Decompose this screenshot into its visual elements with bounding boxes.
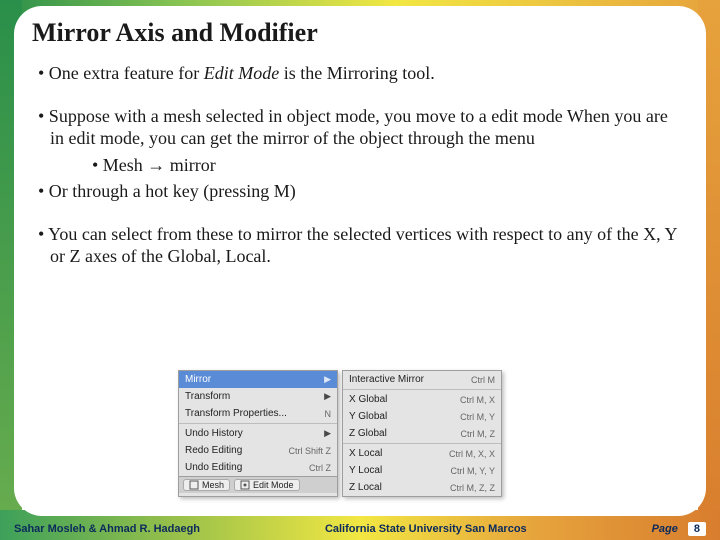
menu-item-label: Y Local: [349, 465, 382, 476]
footer-org: California State University San Marcos: [200, 523, 652, 535]
menu-item-label: Undo Editing: [185, 462, 242, 473]
menu-item[interactable]: Interactive Mirror Ctrl M: [343, 371, 501, 388]
slide: Mirror Axis and Modifier • One extra fea…: [0, 0, 720, 540]
menu-item-label: Mirror: [185, 374, 211, 385]
menu-item-shortcut: Ctrl M, Y: [460, 412, 495, 422]
menu-item-label: Transform Properties...: [185, 408, 287, 419]
submenu-arrow-icon: ▶: [324, 391, 331, 402]
menu-item-label: X Global: [349, 394, 387, 405]
submenu-arrow-icon: ▶: [324, 428, 331, 439]
bullet-1-em: Edit Mode: [204, 63, 279, 83]
mesh-icon: [189, 480, 199, 490]
menu-item[interactable]: Transform Properties... N: [179, 405, 337, 422]
menu-item-label: Z Local: [349, 482, 382, 493]
menu-item[interactable]: Redo Editing Ctrl Shift Z: [179, 442, 337, 459]
menu-left: Mirror ▶ Transform ▶ Transform Properties...…: [178, 370, 338, 497]
bullet-1-pre: • One extra feature for: [38, 63, 204, 83]
menu-item[interactable]: Y Local Ctrl M, Y, Y: [343, 462, 501, 479]
menu-item[interactable]: Transform ▶: [179, 388, 337, 405]
menu-item-shortcut: Ctrl Shift Z: [288, 446, 331, 456]
menu-item[interactable]: Mirror ▶: [179, 371, 337, 388]
menu-item-shortcut: Ctrl M, X: [460, 395, 495, 405]
footer-page-number: 8: [688, 522, 706, 536]
menu-item-shortcut: Ctrl M, Z, Z: [450, 483, 495, 493]
menu-separator: [343, 389, 501, 390]
bullet-2a: • Mesh → mirror: [34, 154, 686, 177]
bullet-2: • Suppose with a mesh selected in object…: [34, 105, 686, 150]
menu-item-label: Z Global: [349, 428, 387, 439]
menu-screenshot: Mirror ▶ Transform ▶ Transform Properties...…: [178, 370, 502, 497]
menu-item-shortcut: Ctrl M: [471, 375, 495, 385]
footer-page-label: Page: [652, 523, 678, 535]
bullet-1-post: is the Mirroring tool.: [279, 63, 435, 83]
edit-mode-icon: [240, 480, 250, 490]
menu-item[interactable]: Undo History ▶: [179, 425, 337, 442]
menu-item-shortcut: Ctrl M, X, X: [449, 449, 495, 459]
menu-separator: [179, 423, 337, 424]
menu-item[interactable]: Y Global Ctrl M, Y: [343, 408, 501, 425]
menu-item-label: X Local: [349, 448, 382, 459]
menu-item-label: Y Global: [349, 411, 387, 422]
bullet-1: • One extra feature for Edit Mode is the…: [34, 62, 686, 85]
submenu-arrow-icon: ▶: [324, 374, 331, 385]
menu-item[interactable]: Z Global Ctrl M, Z: [343, 425, 501, 442]
slide-footer: Sahar Mosleh & Ahmad R. Hadaegh Californ…: [0, 522, 720, 536]
menu-item[interactable]: Undo Editing Ctrl Z: [179, 459, 337, 476]
menu-item-shortcut: Ctrl Z: [309, 463, 331, 473]
slide-title: Mirror Axis and Modifier: [32, 18, 318, 48]
bullet-4: • You can select from these to mirror th…: [34, 223, 686, 268]
mode-label: Edit Mode: [253, 480, 294, 490]
menu-item-shortcut: Ctrl M, Y, Y: [450, 466, 495, 476]
menu-right: Interactive Mirror Ctrl M X Global Ctrl M, …: [342, 370, 502, 497]
mesh-pill[interactable]: Mesh: [183, 479, 230, 491]
bullet-3: • Or through a hot key (pressing M): [34, 180, 686, 203]
menu-left-footer: Mesh Edit Mode: [179, 476, 337, 493]
menu-item-shortcut: N: [325, 409, 332, 419]
menu-separator: [343, 443, 501, 444]
menu-item-label: Interactive Mirror: [349, 374, 424, 385]
footer-authors: Sahar Mosleh & Ahmad R. Hadaegh: [14, 523, 200, 535]
menu-item-label: Undo History: [185, 428, 243, 439]
menu-item[interactable]: X Global Ctrl M, X: [343, 391, 501, 408]
mode-pill[interactable]: Edit Mode: [234, 479, 300, 491]
slide-body: • One extra feature for Edit Mode is the…: [34, 62, 686, 272]
menu-item[interactable]: Z Local Ctrl M, Z, Z: [343, 479, 501, 496]
menu-item-shortcut: Ctrl M, Z: [461, 429, 496, 439]
menu-item[interactable]: X Local Ctrl M, X, X: [343, 445, 501, 462]
menu-item-label: Redo Editing: [185, 445, 242, 456]
menu-item-label: Transform: [185, 391, 230, 402]
mesh-label: Mesh: [202, 480, 224, 490]
